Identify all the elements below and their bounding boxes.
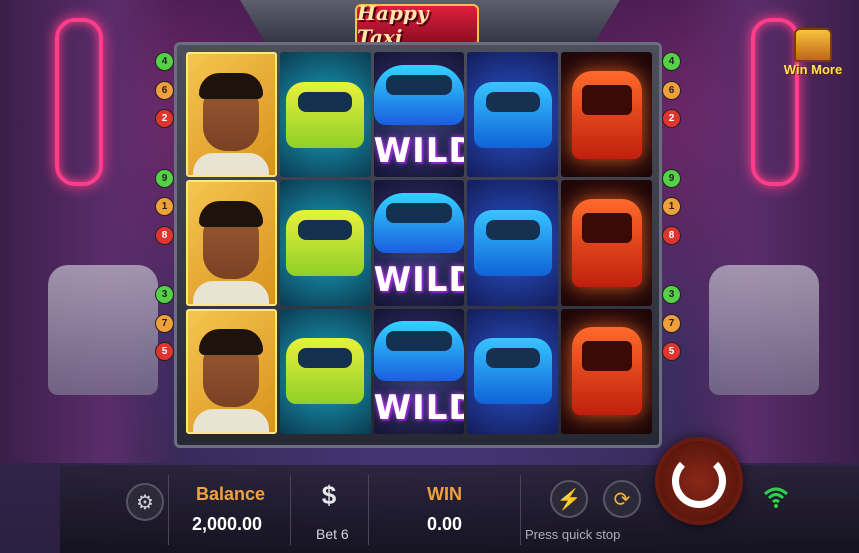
neon-sign bbox=[55, 18, 103, 186]
divider bbox=[520, 475, 521, 545]
payline-number: 4 bbox=[155, 52, 174, 71]
symbol-taxi-blue bbox=[467, 52, 559, 178]
symbol-wild: WILD bbox=[373, 52, 465, 178]
payline-number: 3 bbox=[155, 285, 174, 304]
symbol-tuk bbox=[561, 308, 652, 434]
symbol-wild: WILD bbox=[373, 308, 465, 434]
autoplay-icon: ⟳ bbox=[613, 488, 631, 511]
blue-taxi-icon bbox=[473, 81, 552, 148]
symbol-tuk bbox=[561, 180, 652, 306]
tuktuk-icon bbox=[571, 198, 642, 287]
win-more-button[interactable]: Win More bbox=[783, 28, 843, 77]
yellow-taxi-icon bbox=[286, 81, 365, 148]
treasure-chest-icon bbox=[794, 28, 832, 62]
symbol-wild: WILD bbox=[373, 180, 465, 306]
win-more-label: Win More bbox=[783, 62, 843, 77]
payline-number: 8 bbox=[155, 225, 174, 245]
wild-label: WILD bbox=[373, 131, 465, 172]
reel-column bbox=[467, 52, 559, 434]
symbol-taxi-yellow bbox=[279, 308, 371, 434]
symbol-taxi-yellow bbox=[279, 180, 371, 306]
payline-number: 1 bbox=[662, 197, 681, 216]
symbol-taxi-yellow bbox=[279, 52, 371, 178]
spin-button[interactable] bbox=[655, 437, 743, 525]
background-tuktuk bbox=[48, 265, 158, 395]
symbol-taxi-blue bbox=[467, 308, 559, 434]
background-tuktuk bbox=[709, 265, 819, 395]
reel-grid: WILD WILD WILD bbox=[186, 52, 652, 434]
portrait-icon bbox=[193, 200, 270, 304]
reel-column bbox=[561, 52, 652, 434]
yellow-taxi-icon bbox=[286, 338, 365, 405]
wild-label: WILD bbox=[373, 259, 465, 300]
blue-taxi-icon bbox=[473, 338, 552, 405]
divider bbox=[168, 475, 169, 545]
bet-label: Bet 6 bbox=[316, 526, 349, 542]
autoplay-button[interactable]: ⟳ bbox=[603, 480, 641, 518]
payline-number: 3 bbox=[662, 285, 681, 304]
win-value: 0.00 bbox=[427, 514, 463, 534]
reel-column: WILD WILD WILD bbox=[373, 52, 465, 434]
payline-number: 9 bbox=[662, 168, 681, 188]
wild-car-icon bbox=[373, 321, 464, 382]
symbol-man bbox=[186, 52, 277, 178]
symbol-man bbox=[186, 308, 277, 434]
payline-number: 7 bbox=[662, 313, 681, 333]
wild-car-icon bbox=[373, 64, 464, 125]
symbol-man bbox=[186, 180, 277, 306]
tuktuk-icon bbox=[571, 327, 642, 416]
paylines-right: 4 6 2 9 1 8 3 7 5 bbox=[662, 52, 681, 371]
blue-taxi-icon bbox=[473, 209, 552, 276]
payline-number: 2 bbox=[155, 109, 174, 128]
game-logo: Happy Taxi bbox=[355, 1, 479, 49]
win-label: WIN bbox=[427, 484, 462, 504]
portrait-icon bbox=[193, 72, 270, 176]
payline-number: 5 bbox=[155, 342, 174, 361]
divider bbox=[368, 475, 369, 545]
payline-number: 9 bbox=[155, 168, 174, 188]
quick-stop-label: Press quick stop bbox=[525, 527, 621, 542]
tuktuk-icon bbox=[571, 70, 642, 159]
balance-value: 2,000.00 bbox=[192, 514, 263, 534]
reel-column bbox=[186, 52, 277, 434]
symbol-taxi-blue bbox=[467, 180, 559, 306]
wild-car-icon bbox=[373, 192, 464, 253]
payline-number: 7 bbox=[155, 313, 174, 333]
payline-number: 6 bbox=[155, 80, 174, 100]
payline-number: 4 bbox=[662, 52, 681, 71]
divider bbox=[290, 475, 291, 545]
street-left bbox=[0, 0, 180, 463]
portrait-icon bbox=[193, 329, 270, 432]
balance-label: Balance bbox=[196, 484, 266, 504]
spin-arrow-icon bbox=[672, 454, 726, 508]
gear-icon: ⚙ bbox=[136, 491, 154, 514]
symbol-tuk bbox=[561, 52, 652, 178]
yellow-taxi-icon bbox=[286, 209, 365, 276]
wifi-icon bbox=[763, 486, 789, 513]
turbo-button[interactable]: ⚡ bbox=[550, 480, 588, 518]
reel-column bbox=[279, 52, 371, 434]
wild-label: WILD bbox=[373, 387, 465, 428]
payline-number: 8 bbox=[662, 225, 681, 245]
bet-button[interactable]: $ bbox=[312, 478, 346, 512]
settings-button[interactable]: ⚙ bbox=[126, 483, 164, 521]
payline-number: 6 bbox=[662, 80, 681, 100]
payline-number: 1 bbox=[155, 197, 174, 216]
dollar-icon: $ bbox=[321, 479, 337, 510]
paylines-left: 4 6 2 9 1 8 3 7 5 bbox=[155, 52, 174, 371]
lightning-icon: ⚡ bbox=[556, 488, 582, 511]
payline-number: 5 bbox=[662, 342, 681, 361]
payline-number: 2 bbox=[662, 109, 681, 128]
